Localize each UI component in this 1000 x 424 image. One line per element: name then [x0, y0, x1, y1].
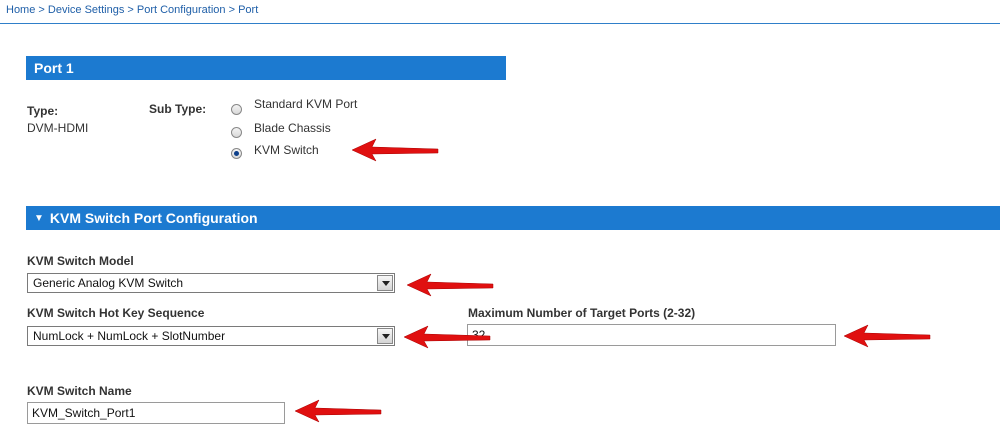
kvm-model-select[interactable]: Generic Analog KVM Switch — [27, 273, 395, 293]
port-section-header: Port 1 — [26, 56, 506, 80]
kvm-hotkey-selected-value: NumLock + NumLock + SlotNumber — [33, 329, 226, 343]
red-annotation-arrow-icon — [406, 273, 494, 297]
type-value: DVM-HDMI — [27, 121, 89, 135]
kvm-name-label: KVM Switch Name — [27, 384, 132, 398]
breadcrumb-separator: > — [38, 4, 48, 16]
collapse-triangle-icon[interactable]: ▼ — [34, 213, 44, 224]
kvm-hotkey-select[interactable]: NumLock + NumLock + SlotNumber — [27, 326, 395, 346]
red-annotation-arrow-icon — [843, 324, 931, 348]
max-ports-label: Maximum Number of Target Ports (2-32) — [468, 306, 696, 320]
kvm-model-selected-value: Generic Analog KVM Switch — [33, 276, 184, 290]
kvm-model-label: KVM Switch Model — [27, 254, 134, 268]
breadcrumb-separator: > — [127, 4, 137, 16]
subtype-label: Sub Type: — [149, 102, 207, 116]
subtype-radio-standard-kvm-port[interactable] — [231, 104, 242, 115]
subtype-option-blade-chassis[interactable]: Blade Chassis — [254, 121, 331, 135]
kvm-section-title: KVM Switch Port Configuration — [49, 210, 258, 226]
kvm-name-input[interactable]: KVM_Switch_Port1 — [27, 402, 285, 424]
breadcrumb-port-configuration[interactable]: Port Configuration — [137, 4, 226, 16]
breadcrumb-device-settings[interactable]: Device Settings — [48, 4, 124, 16]
red-annotation-arrow-icon — [351, 138, 439, 162]
kvm-hotkey-label: KVM Switch Hot Key Sequence — [27, 306, 205, 320]
type-label: Type: — [27, 104, 59, 118]
breadcrumb-separator: > — [228, 4, 239, 16]
breadcrumb-current-port: Port — [238, 4, 259, 16]
breadcrumb-home[interactable]: Home — [6, 4, 35, 16]
subtype-option-kvm-switch[interactable]: KVM Switch — [254, 143, 319, 157]
dropdown-arrow-icon[interactable] — [377, 275, 393, 291]
breadcrumb: Home > Device Settings > Port Configurat… — [6, 4, 258, 16]
port-section-title: Port 1 — [34, 60, 74, 76]
subtype-radio-kvm-switch[interactable] — [231, 148, 242, 159]
subtype-option-standard-kvm-port[interactable]: Standard KVM Port — [254, 97, 357, 111]
dropdown-arrow-icon[interactable] — [377, 328, 393, 344]
max-ports-input[interactable]: 32 — [467, 324, 836, 346]
red-annotation-arrow-icon — [294, 399, 382, 423]
subtype-radio-blade-chassis[interactable] — [231, 127, 242, 138]
kvm-section-header[interactable]: ▼ KVM Switch Port Configuration — [26, 206, 1000, 230]
breadcrumb-divider — [0, 23, 1000, 24]
red-annotation-arrow-icon — [403, 325, 491, 349]
